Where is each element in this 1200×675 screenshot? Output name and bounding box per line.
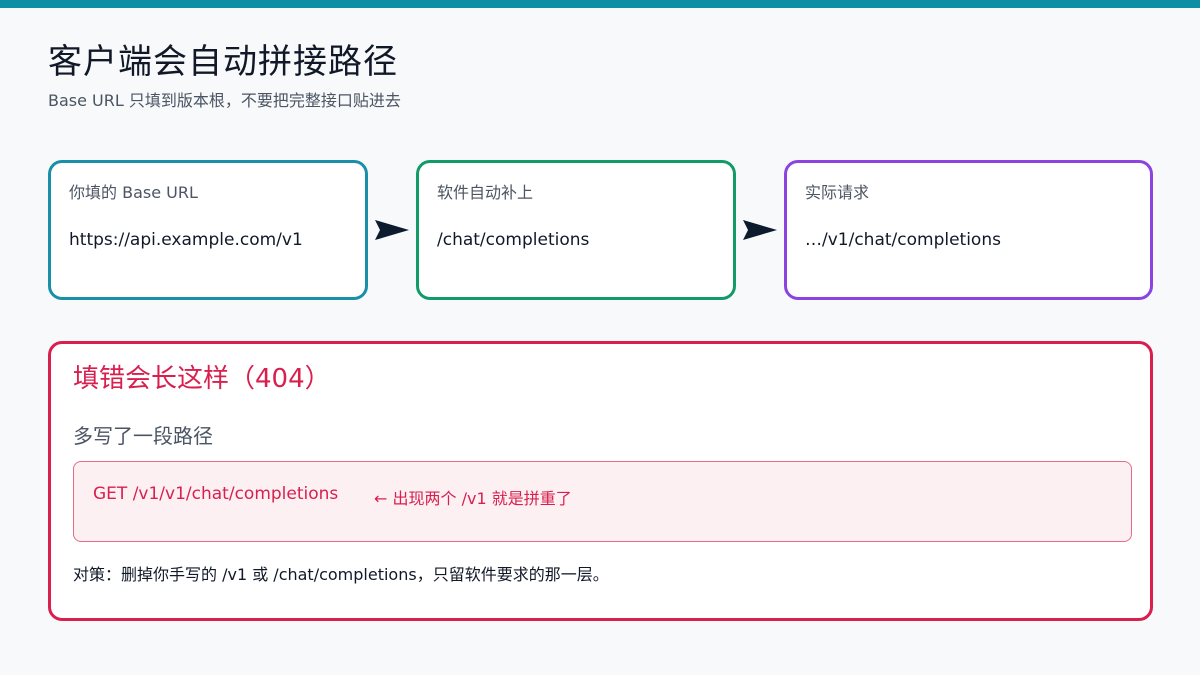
step-label: 软件自动补上	[437, 183, 534, 202]
code-example: GET /v1/v1/chat/completions	[93, 484, 339, 504]
fix-instruction: 对策：删掉你手写的 /v1 或 /chat/completions，只留软件要求…	[73, 565, 609, 584]
right-arrow-icon	[743, 220, 777, 240]
error-title: 填错会长这样（404）	[73, 364, 331, 394]
step-label: 你填的 Base URL	[69, 183, 198, 202]
step-value: /chat/completions	[437, 230, 590, 250]
step-label: 实际请求	[805, 183, 870, 202]
error-panel: 填错会长这样（404） 多写了一段路径 GET /v1/v1/chat/comp…	[48, 341, 1153, 621]
code-annotation: ← 出现两个 /v1 就是拼重了	[374, 489, 572, 508]
step-card-actual-request: 实际请求 …/v1/chat/completions	[784, 160, 1153, 300]
right-arrow-icon	[375, 220, 409, 240]
page-title: 客户端会自动拼接路径	[48, 42, 398, 82]
step-card-base-url: 你填的 Base URL https://api.example.com/v1	[48, 160, 368, 300]
step-value: …/v1/chat/completions	[805, 230, 1001, 250]
error-description: 多写了一段路径	[73, 424, 213, 448]
step-card-auto-append: 软件自动补上 /chat/completions	[416, 160, 736, 300]
page-subtitle: Base URL 只填到版本根，不要把完整接口贴进去	[48, 91, 401, 110]
code-example-box: GET /v1/v1/chat/completions ← 出现两个 /v1 就…	[73, 461, 1132, 542]
step-value: https://api.example.com/v1	[69, 230, 303, 250]
top-accent-bar	[0, 0, 1200, 8]
